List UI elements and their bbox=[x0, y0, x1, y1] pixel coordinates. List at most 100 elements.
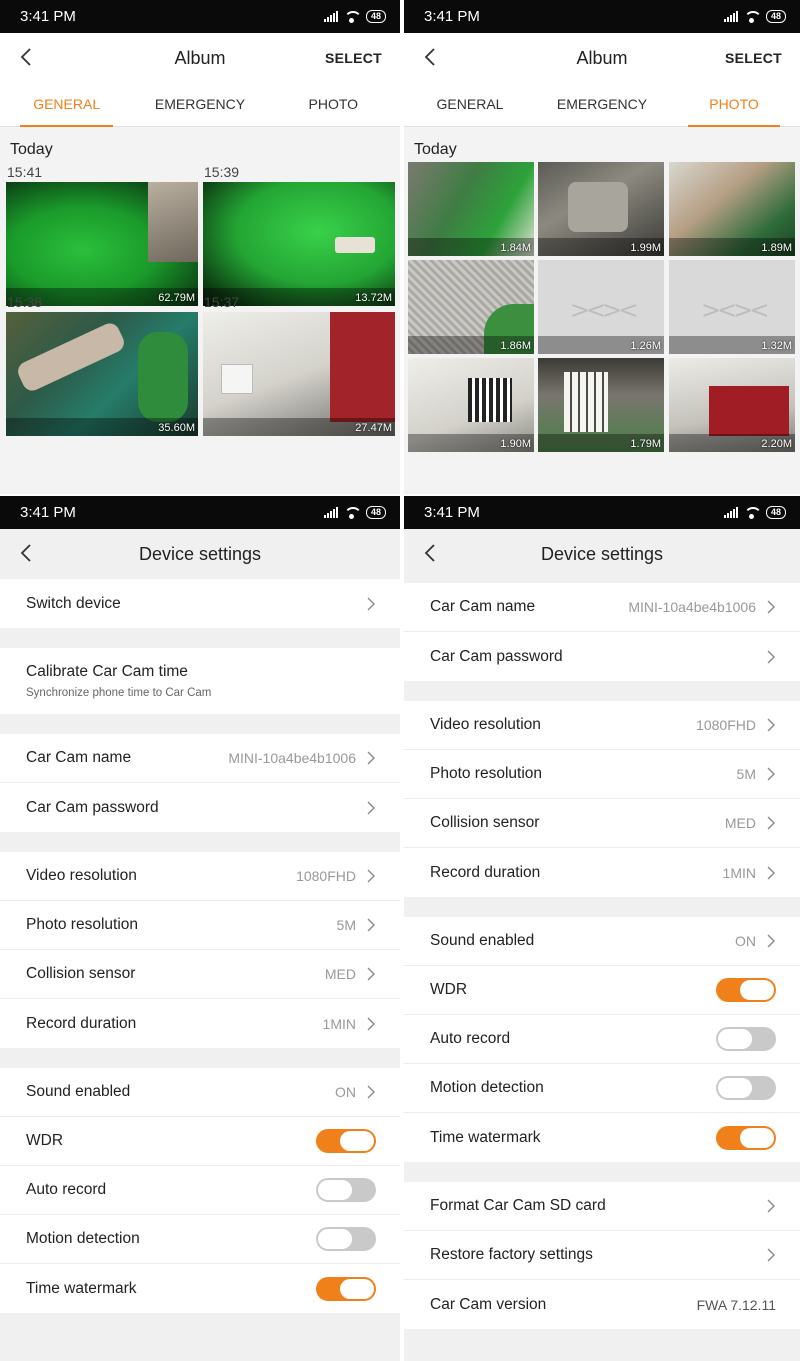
video-time: 15:41 bbox=[7, 164, 43, 180]
signal-icon bbox=[323, 507, 338, 518]
file-size: 1.99M bbox=[630, 242, 661, 254]
photo-thumbnail[interactable]: 1.86M bbox=[408, 260, 534, 354]
row-label: Car Cam password bbox=[26, 798, 159, 816]
row-value: 5M bbox=[336, 917, 356, 933]
chevron-right-icon bbox=[767, 1199, 775, 1213]
restore-factory-row[interactable]: Restore factory settings bbox=[404, 1231, 800, 1280]
video-thumbnail[interactable]: 15:37 27.47M bbox=[203, 294, 395, 436]
section-header-today: Today bbox=[10, 141, 53, 158]
file-size: 35.60M bbox=[158, 422, 195, 434]
version-value: FWA 7.12.11 bbox=[696, 1296, 776, 1313]
section-gap bbox=[404, 897, 800, 917]
row-label: Motion detection bbox=[26, 1230, 140, 1247]
photo-thumbnail[interactable]: 1.79M bbox=[538, 358, 664, 452]
motion-detection-toggle[interactable] bbox=[316, 1227, 376, 1251]
battery-icon: 48 bbox=[765, 10, 786, 23]
file-size: 1.84M bbox=[500, 242, 531, 254]
time-watermark-toggle[interactable] bbox=[316, 1276, 376, 1301]
row-value: MINI-10a4be4b1006 bbox=[228, 750, 356, 766]
battery-icon: 48 bbox=[365, 10, 386, 23]
row-label: Video resolution bbox=[26, 867, 137, 884]
motion-detection-toggle[interactable] bbox=[716, 1076, 776, 1100]
video-resolution-row[interactable]: Video resolution 1080FHD bbox=[404, 701, 800, 750]
row-label: WDR bbox=[26, 1132, 64, 1149]
video-time: 15:37 bbox=[204, 294, 240, 310]
row-value: 1080FHD bbox=[296, 868, 356, 884]
back-arrow-icon[interactable] bbox=[420, 542, 442, 564]
battery-icon: 48 bbox=[365, 506, 386, 519]
collision-sensor-row[interactable]: Collision sensor MED bbox=[404, 799, 800, 848]
settings-header: Device settings bbox=[0, 529, 400, 579]
video-thumbnail[interactable]: 15:39 13.72M bbox=[203, 164, 395, 306]
file-size: 1.90M bbox=[500, 438, 531, 450]
tab-photo[interactable]: PHOTO bbox=[267, 83, 400, 126]
photo-thumbnail[interactable]: ><>< 1.26M bbox=[538, 260, 664, 354]
signal-icon bbox=[323, 11, 338, 22]
auto-record-toggle[interactable] bbox=[316, 1178, 376, 1202]
video-resolution-row[interactable]: Video resolution 1080FHD bbox=[0, 852, 400, 901]
switch-device-row[interactable]: Switch device bbox=[0, 579, 400, 628]
auto-record-row: Auto record bbox=[0, 1166, 400, 1215]
tab-photo[interactable]: PHOTO bbox=[668, 83, 800, 127]
tab-emergency[interactable]: EMERGENCY bbox=[536, 83, 668, 126]
calibrate-time-row[interactable]: Calibrate Car Cam time Synchronize phone… bbox=[0, 648, 400, 714]
wdr-toggle[interactable] bbox=[716, 978, 776, 1002]
sound-enabled-row[interactable]: Sound enabled ON bbox=[0, 1068, 400, 1117]
select-button[interactable]: SELECT bbox=[725, 50, 782, 66]
chevron-right-icon bbox=[367, 1085, 375, 1099]
video-thumbnail[interactable]: 15:38 35.60M bbox=[6, 294, 198, 436]
format-sd-card-row[interactable]: Format Car Cam SD card bbox=[404, 1182, 800, 1231]
row-label: Time watermark bbox=[430, 1128, 541, 1146]
chevron-right-icon bbox=[367, 918, 375, 932]
chevron-right-icon bbox=[367, 967, 375, 981]
photo-thumbnail[interactable]: 1.99M bbox=[538, 162, 664, 256]
auto-record-toggle[interactable] bbox=[716, 1027, 776, 1051]
tab-general[interactable]: GENERAL bbox=[0, 83, 133, 127]
photo-thumbnail[interactable]: 1.89M bbox=[669, 162, 795, 256]
cam-name-row[interactable]: Car Cam name MINI-10a4be4b1006 bbox=[404, 583, 800, 632]
chevron-right-icon bbox=[767, 934, 775, 948]
chevron-right-icon bbox=[767, 650, 775, 663]
back-arrow-icon[interactable] bbox=[16, 542, 38, 564]
video-time: 15:39 bbox=[204, 164, 240, 180]
row-label: Record duration bbox=[430, 863, 541, 881]
wdr-toggle[interactable] bbox=[316, 1129, 376, 1153]
cam-password-row[interactable]: Car Cam password bbox=[404, 632, 800, 681]
photo-thumbnail[interactable]: ><>< 1.32M bbox=[669, 260, 795, 354]
photo-thumbnail[interactable]: 2.20M bbox=[669, 358, 795, 452]
photo-thumbnail[interactable]: 1.84M bbox=[408, 162, 534, 256]
signal-icon bbox=[723, 507, 738, 518]
tab-general[interactable]: GENERAL bbox=[404, 83, 536, 126]
row-subtitle: Synchronize phone time to Car Cam bbox=[26, 687, 212, 699]
status-bar: 3:41 PM 48 bbox=[404, 496, 800, 529]
row-label: Video resolution bbox=[430, 716, 541, 733]
album-tabs: GENERAL EMERGENCY PHOTO bbox=[404, 83, 800, 127]
time-watermark-toggle[interactable] bbox=[716, 1125, 776, 1150]
row-label: Photo resolution bbox=[430, 765, 543, 782]
video-thumbnail[interactable]: 15:41 62.79M bbox=[6, 164, 198, 306]
chevron-right-icon bbox=[367, 869, 375, 883]
collision-sensor-row[interactable]: Collision sensor MED bbox=[0, 950, 400, 999]
sound-enabled-row[interactable]: Sound enabled ON bbox=[404, 917, 800, 966]
photo-resolution-row[interactable]: Photo resolution 5M bbox=[404, 750, 800, 799]
photo-thumbnail[interactable]: 1.90M bbox=[408, 358, 534, 452]
row-value: MED bbox=[324, 966, 356, 982]
back-arrow-icon[interactable] bbox=[16, 46, 38, 68]
record-duration-row[interactable]: Record duration 1MIN bbox=[404, 848, 800, 897]
tab-emergency[interactable]: EMERGENCY bbox=[133, 83, 266, 126]
record-duration-row[interactable]: Record duration 1MIN bbox=[0, 999, 400, 1048]
photo-resolution-row[interactable]: Photo resolution 5M bbox=[0, 901, 400, 950]
wifi-icon bbox=[343, 10, 360, 23]
file-size: 62.79M bbox=[158, 292, 195, 304]
album-tabs: GENERAL EMERGENCY PHOTO bbox=[0, 83, 400, 127]
status-time: 3:41 PM bbox=[20, 8, 76, 25]
cam-name-row[interactable]: Car Cam name MINI-10a4be4b1006 bbox=[0, 734, 400, 783]
chevron-right-icon bbox=[767, 767, 775, 781]
select-button[interactable]: SELECT bbox=[325, 50, 382, 66]
time-watermark-row: Time watermark bbox=[404, 1113, 800, 1162]
device-settings-screen: 3:41 PM 48 Device settings Switch device… bbox=[0, 496, 400, 1361]
row-label: Collision sensor bbox=[26, 965, 136, 982]
chevron-right-icon bbox=[767, 600, 775, 614]
back-arrow-icon[interactable] bbox=[420, 46, 442, 68]
cam-password-row[interactable]: Car Cam password bbox=[0, 783, 400, 832]
